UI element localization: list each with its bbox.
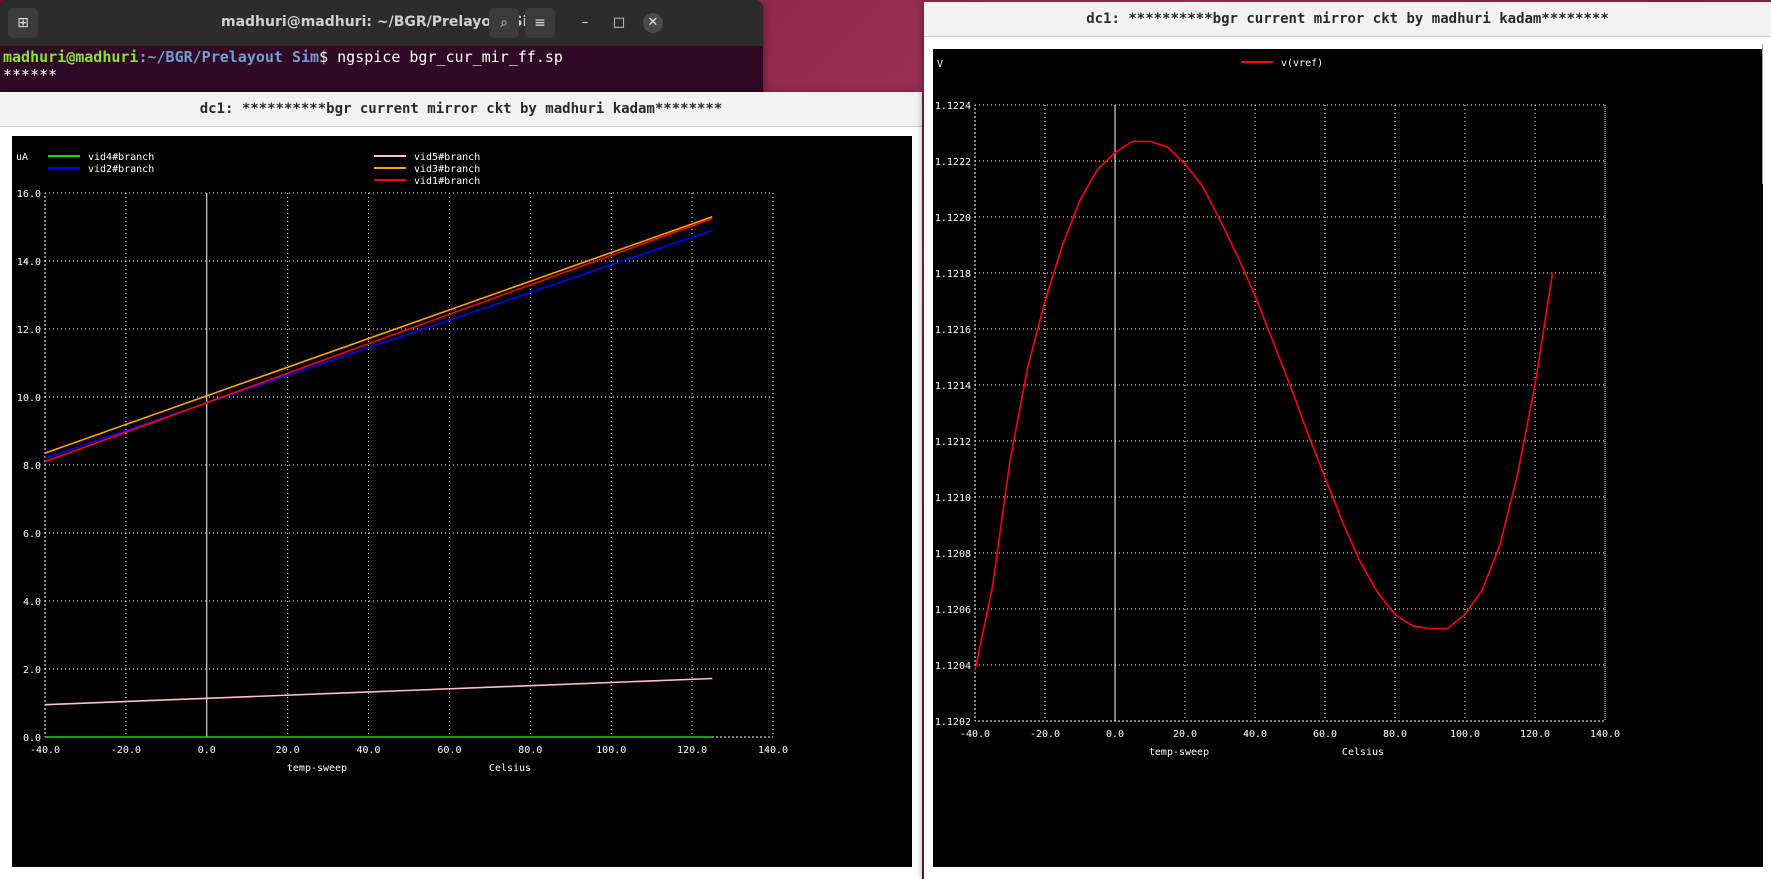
x-tick-label: 100.0 bbox=[596, 745, 626, 756]
x-tick-label: 20.0 bbox=[276, 745, 300, 756]
y-tick-label: 1.1208 bbox=[935, 549, 971, 560]
x-axis-label: temp-sweep bbox=[287, 763, 347, 774]
x-tick-label: 80.0 bbox=[1383, 729, 1407, 740]
y-tick-label: 1.1212 bbox=[935, 437, 971, 448]
minimize-icon[interactable]: – bbox=[575, 13, 595, 33]
x-tick-label: 40.0 bbox=[357, 745, 381, 756]
y-tick-label: 1.1204 bbox=[935, 661, 971, 672]
x-tick-label: 80.0 bbox=[518, 745, 542, 756]
y-tick-label: 8.0 bbox=[23, 461, 41, 472]
y-tick-label: 12.0 bbox=[17, 325, 41, 336]
x-tick-label: 140.0 bbox=[758, 745, 788, 756]
plot-frame bbox=[974, 104, 1606, 722]
terminal-command: ngspice bgr_cur_mir_ff.sp bbox=[328, 48, 563, 66]
x-tick-label: 40.0 bbox=[1243, 729, 1267, 740]
y-tick-label: 16.0 bbox=[17, 189, 41, 200]
x-axis-unit-label: Celsius bbox=[489, 763, 531, 774]
y-tick-label: 0.0 bbox=[23, 733, 41, 744]
y-tick-label: 1.1220 bbox=[935, 213, 971, 224]
y-tick-label: 1.1222 bbox=[935, 157, 971, 168]
y-tick-label: 1.1216 bbox=[935, 325, 971, 336]
y-tick-label: 1.1224 bbox=[935, 101, 971, 112]
terminal-window: ⊞ madhuri@madhuri: ~/BGR/Prelayout Sim ⌕… bbox=[0, 0, 763, 92]
x-tick-label: -40.0 bbox=[30, 745, 60, 756]
vref-chart: -40.0 -20.0 0.0 20.0 40.0 60.0 80.0 100.0 120.0 1… bbox=[935, 58, 1620, 758]
plot-window-title: dc1: **********bgr current mirror ckt by… bbox=[924, 2, 1771, 37]
y-tick-label: 1.1210 bbox=[935, 493, 971, 504]
plot-window-currents: dc1: **********bgr current mirror ckt by… bbox=[0, 92, 922, 879]
terminal-user-host: madhuri@madhuri bbox=[3, 48, 139, 66]
legend-label: vid1#branch bbox=[414, 176, 480, 187]
plot-canvas-currents[interactable]: -40.0 -20.0 0.0 20.0 40.0 60.0 80.0 100.0 120.0 1… bbox=[12, 136, 912, 867]
maximize-icon[interactable]: □ bbox=[609, 13, 629, 33]
series-line-vref bbox=[974, 140, 1554, 671]
plot-canvas-vref[interactable]: -40.0 -20.0 0.0 20.0 40.0 60.0 80.0 100.0 120.0 1… bbox=[933, 49, 1763, 867]
y-tick-label: 1.1214 bbox=[935, 381, 971, 392]
x-tick-label: 0.0 bbox=[198, 745, 216, 756]
terminal-path: :~/BGR/Prelayout Sim bbox=[138, 48, 320, 66]
close-icon[interactable]: ✕ bbox=[643, 13, 663, 33]
search-icon[interactable]: ⌕ bbox=[489, 8, 519, 38]
x-axis-unit-label: Celsius bbox=[1342, 747, 1384, 758]
x-tick-label: 0.0 bbox=[1106, 729, 1124, 740]
legend-label: v(vref) bbox=[1281, 58, 1323, 69]
y-tick-label: 10.0 bbox=[17, 393, 41, 404]
series-line-vid5 bbox=[44, 677, 713, 706]
legend-label: vid5#branch bbox=[414, 152, 480, 163]
y-tick-label: 4.0 bbox=[23, 597, 41, 608]
y-tick-label: 1.1202 bbox=[935, 717, 971, 728]
y-axis-unit-label: V bbox=[937, 59, 943, 70]
legend-label: vid4#branch bbox=[88, 152, 154, 163]
x-tick-label: 20.0 bbox=[1173, 729, 1197, 740]
x-tick-label: -20.0 bbox=[111, 745, 141, 756]
terminal-titlebar: ⊞ madhuri@madhuri: ~/BGR/Prelayout Sim ⌕… bbox=[0, 0, 763, 46]
terminal-body[interactable]: madhuri@madhuri:~/BGR/Prelayout Sim$ ngs… bbox=[0, 46, 763, 86]
y-tick-label: 6.0 bbox=[23, 529, 41, 540]
series-line-vid1 bbox=[44, 217, 713, 463]
y-tick-label: 1.1218 bbox=[935, 269, 971, 280]
currents-chart: -40.0 -20.0 0.0 20.0 40.0 60.0 80.0 100.0 120.0 1… bbox=[16, 152, 788, 774]
plot-window-title: dc1: **********bgr current mirror ckt by… bbox=[0, 92, 922, 127]
y-axis-unit-label: uA bbox=[16, 152, 28, 163]
terminal-prompt: $ bbox=[319, 48, 329, 66]
x-tick-label: 60.0 bbox=[437, 745, 461, 756]
y-tick-label: 14.0 bbox=[17, 257, 41, 268]
x-tick-label: 120.0 bbox=[677, 745, 707, 756]
x-tick-label: 60.0 bbox=[1313, 729, 1337, 740]
x-tick-label: 100.0 bbox=[1450, 729, 1480, 740]
legend-label: vid3#branch bbox=[414, 164, 480, 175]
menu-icon[interactable]: ≡ bbox=[525, 8, 555, 38]
x-tick-label: 140.0 bbox=[1590, 729, 1620, 740]
x-tick-label: 120.0 bbox=[1520, 729, 1550, 740]
y-tick-label: 2.0 bbox=[23, 665, 41, 676]
legend-label: vid2#branch bbox=[88, 164, 154, 175]
x-tick-label: -20.0 bbox=[1030, 729, 1060, 740]
series-line-vid3 bbox=[44, 216, 713, 454]
terminal-output-line: ****** bbox=[3, 66, 58, 84]
x-axis-label: temp-sweep bbox=[1149, 747, 1209, 758]
background-window-edge bbox=[1762, 44, 1771, 184]
plot-window-vref: dc1: **********bgr current mirror ckt by… bbox=[924, 2, 1771, 879]
y-tick-label: 1.1206 bbox=[935, 605, 971, 616]
series-line-vid2 bbox=[44, 229, 713, 459]
x-tick-label: -40.0 bbox=[960, 729, 990, 740]
